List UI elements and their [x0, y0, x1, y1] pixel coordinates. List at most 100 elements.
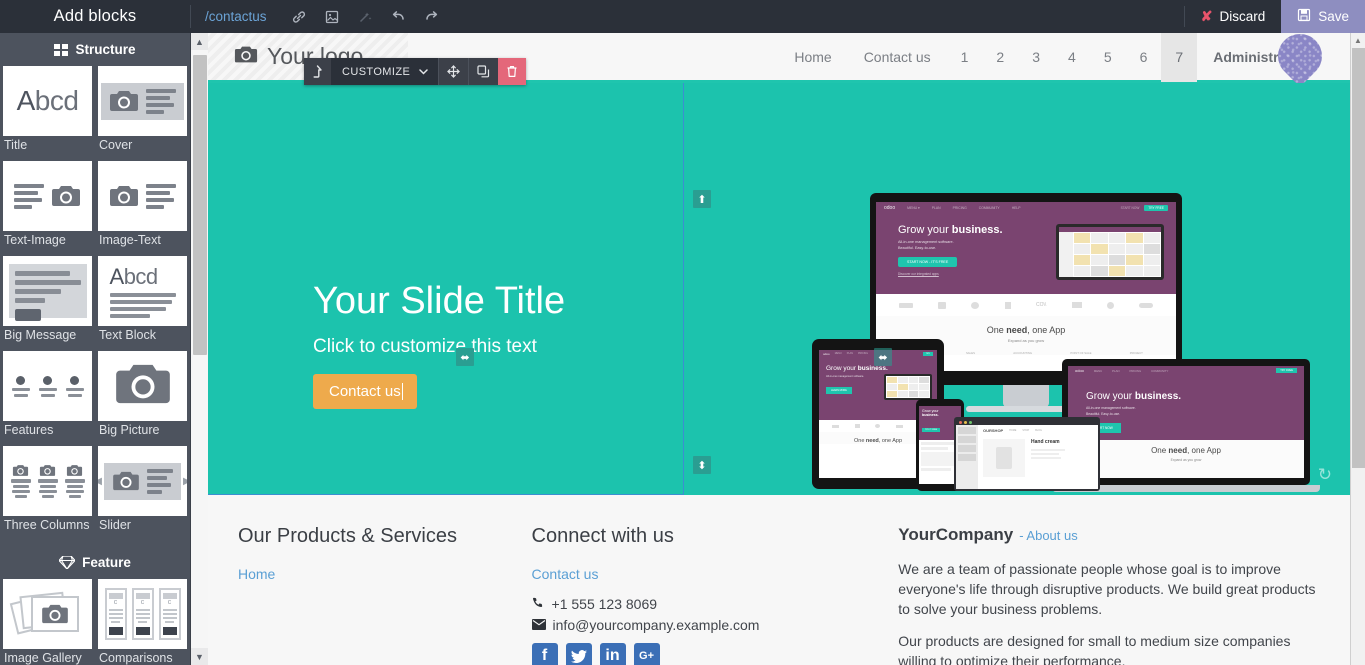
- block-thumb-big-message[interactable]: [3, 256, 92, 326]
- scroll-down-arrow-icon[interactable]: ▼: [191, 648, 208, 665]
- feature-item-art: [65, 375, 84, 397]
- canvas-scrollbar[interactable]: ▲: [1350, 33, 1365, 665]
- website-canvas[interactable]: Your logo Home Contact us 1 2 3 4 5 6 7 …: [208, 33, 1350, 665]
- block-thumb-text-block[interactable]: Abcd: [98, 256, 187, 326]
- block-customize-toolbar[interactable]: CUSTOMIZE: [304, 58, 527, 85]
- block-thumb-cover[interactable]: [98, 66, 187, 136]
- image-icon[interactable]: [316, 0, 349, 33]
- block-label: Big Message: [4, 328, 77, 342]
- feature-item-art: [38, 375, 57, 397]
- cta-label: Contact us: [329, 382, 401, 400]
- block-item[interactable]: Image-Text: [95, 161, 190, 256]
- block-thumb-big-picture[interactable]: [98, 351, 187, 421]
- slide-cta-button[interactable]: Contact us: [313, 373, 417, 409]
- social-links[interactable]: f in G+: [531, 643, 871, 665]
- nav-item-3[interactable]: 3: [1018, 33, 1054, 82]
- scrollbar-thumb[interactable]: [193, 55, 207, 355]
- footer-heading: Connect with us: [531, 525, 674, 547]
- block-thumb-features[interactable]: [3, 351, 92, 421]
- replay-icon[interactable]: ↻: [1318, 465, 1332, 485]
- arrow-up-handle[interactable]: ⬆: [693, 190, 711, 208]
- block-item[interactable]: Three Columns: [0, 446, 95, 541]
- scroll-up-arrow-icon[interactable]: ▲: [1351, 33, 1365, 48]
- slide-subtitle[interactable]: Click to customize this text: [313, 336, 565, 358]
- customize-dropdown[interactable]: CUSTOMIZE: [331, 58, 439, 85]
- block-item[interactable]: c c c Comparisons: [95, 579, 190, 665]
- move-up-button[interactable]: [304, 58, 331, 85]
- camera-icon: [109, 89, 139, 113]
- nav-item-5[interactable]: 5: [1090, 33, 1126, 82]
- nav-item-contact-us[interactable]: Contact us: [848, 33, 947, 82]
- block-item[interactable]: Big Picture: [95, 351, 190, 446]
- nav-item-2[interactable]: 2: [982, 33, 1018, 82]
- discard-button[interactable]: ✘ Discard: [1185, 0, 1282, 33]
- nav-item-home[interactable]: Home: [778, 33, 847, 82]
- nav-item-1[interactable]: 1: [947, 33, 983, 82]
- arrow-up-down-handle[interactable]: ⬍: [693, 456, 711, 474]
- block-thumb-title[interactable]: Abcd: [3, 66, 92, 136]
- chevron-right-icon: ▶: [183, 475, 187, 487]
- column-art: [10, 464, 31, 498]
- company-paragraph: We are a team of passionate people whose…: [898, 561, 1316, 617]
- block-thumb-slider[interactable]: ◀ ▶: [98, 446, 187, 516]
- column-art: [37, 464, 58, 498]
- scrollbar-thumb[interactable]: [1352, 48, 1365, 468]
- nav-item-7[interactable]: 7: [1161, 33, 1198, 82]
- customize-label: CUSTOMIZE: [342, 65, 411, 78]
- footer-link-contact-us[interactable]: Contact us: [532, 566, 871, 582]
- feature-block-grid: Image Gallery c c c Comparisons: [0, 579, 190, 665]
- envelope-icon: [531, 617, 546, 633]
- delete-icon[interactable]: [498, 58, 527, 85]
- block-thumb-image-gallery[interactable]: [3, 579, 92, 649]
- facebook-icon[interactable]: f: [531, 643, 558, 665]
- redo-icon[interactable]: [415, 0, 448, 33]
- block-thumb-text-image[interactable]: [3, 161, 92, 231]
- block-label: Big Picture: [99, 423, 160, 437]
- block-thumb-three-columns[interactable]: [3, 446, 92, 516]
- slide-title[interactable]: Your Slide Title: [313, 280, 565, 323]
- linkedin-icon[interactable]: in: [599, 643, 626, 665]
- chevron-left-icon: ◀: [98, 475, 102, 487]
- googleplus-icon[interactable]: G+: [633, 643, 660, 665]
- nav-item-6[interactable]: 6: [1126, 33, 1162, 82]
- camera-icon: [114, 361, 172, 412]
- user-menu[interactable]: Administrator: [1197, 33, 1350, 87]
- monitor-stand: [1003, 385, 1049, 407]
- about-us-link[interactable]: - About us: [1019, 528, 1078, 543]
- undo-icon[interactable]: [382, 0, 415, 33]
- save-button[interactable]: Save: [1281, 0, 1365, 33]
- block-thumb-image-text[interactable]: [98, 161, 187, 231]
- nav-item-4[interactable]: 4: [1054, 33, 1090, 82]
- block-item[interactable]: Image Gallery: [0, 579, 95, 665]
- slide-content[interactable]: Your Slide Title Click to customize this…: [313, 280, 565, 409]
- abcd-art: Abcd: [16, 85, 79, 116]
- arrow-left-right-handle-right[interactable]: ⬌: [874, 348, 892, 366]
- block-item[interactable]: Abcd Text Block: [95, 256, 190, 351]
- block-item[interactable]: Cover: [95, 66, 190, 161]
- link-icon[interactable]: [283, 0, 316, 33]
- scroll-up-arrow-icon[interactable]: ▲: [191, 33, 208, 50]
- phone-icon: [532, 596, 545, 612]
- blocks-sidebar[interactable]: Structure Abcd Title Cover Text-Image Im…: [0, 33, 190, 665]
- block-item[interactable]: Big Message: [0, 256, 95, 351]
- duplicate-icon[interactable]: [469, 58, 499, 85]
- site-navigation[interactable]: Home Contact us 1 2 3 4 5 6 7 Administra…: [778, 33, 1350, 87]
- sidebar-scrollbar[interactable]: ▲ ▼: [190, 33, 208, 665]
- block-item[interactable]: Abcd Title: [0, 66, 95, 161]
- move-icon[interactable]: [439, 58, 469, 85]
- footer-link-home[interactable]: Home: [238, 566, 504, 582]
- block-item[interactable]: Text-Image: [0, 161, 95, 256]
- block-item[interactable]: Features: [0, 351, 95, 446]
- top-toolbar: Add blocks /contactus ✘ Discard Save: [0, 0, 1365, 33]
- browser-window-mockup: OURSHOP HOME SHOP BLOG Hand cream: [954, 417, 1100, 491]
- diamond-icon: [59, 556, 76, 569]
- arrow-left-right-handle-left[interactable]: ⬌: [456, 348, 474, 366]
- structure-block-grid: Abcd Title Cover Text-Image Image-Text B…: [0, 66, 190, 541]
- block-thumb-comparisons[interactable]: c c c: [98, 579, 187, 649]
- company-name: YourCompany: [898, 525, 1014, 544]
- block-item[interactable]: ◀ ▶ Slider: [95, 446, 190, 541]
- hero-slide[interactable]: odoo MENU ▾ PLAN PRICING COMMUNITY HELP …: [208, 83, 1350, 495]
- page-url[interactable]: /contactus: [205, 9, 267, 24]
- twitter-icon[interactable]: [565, 643, 592, 665]
- avatar[interactable]: [1268, 33, 1332, 87]
